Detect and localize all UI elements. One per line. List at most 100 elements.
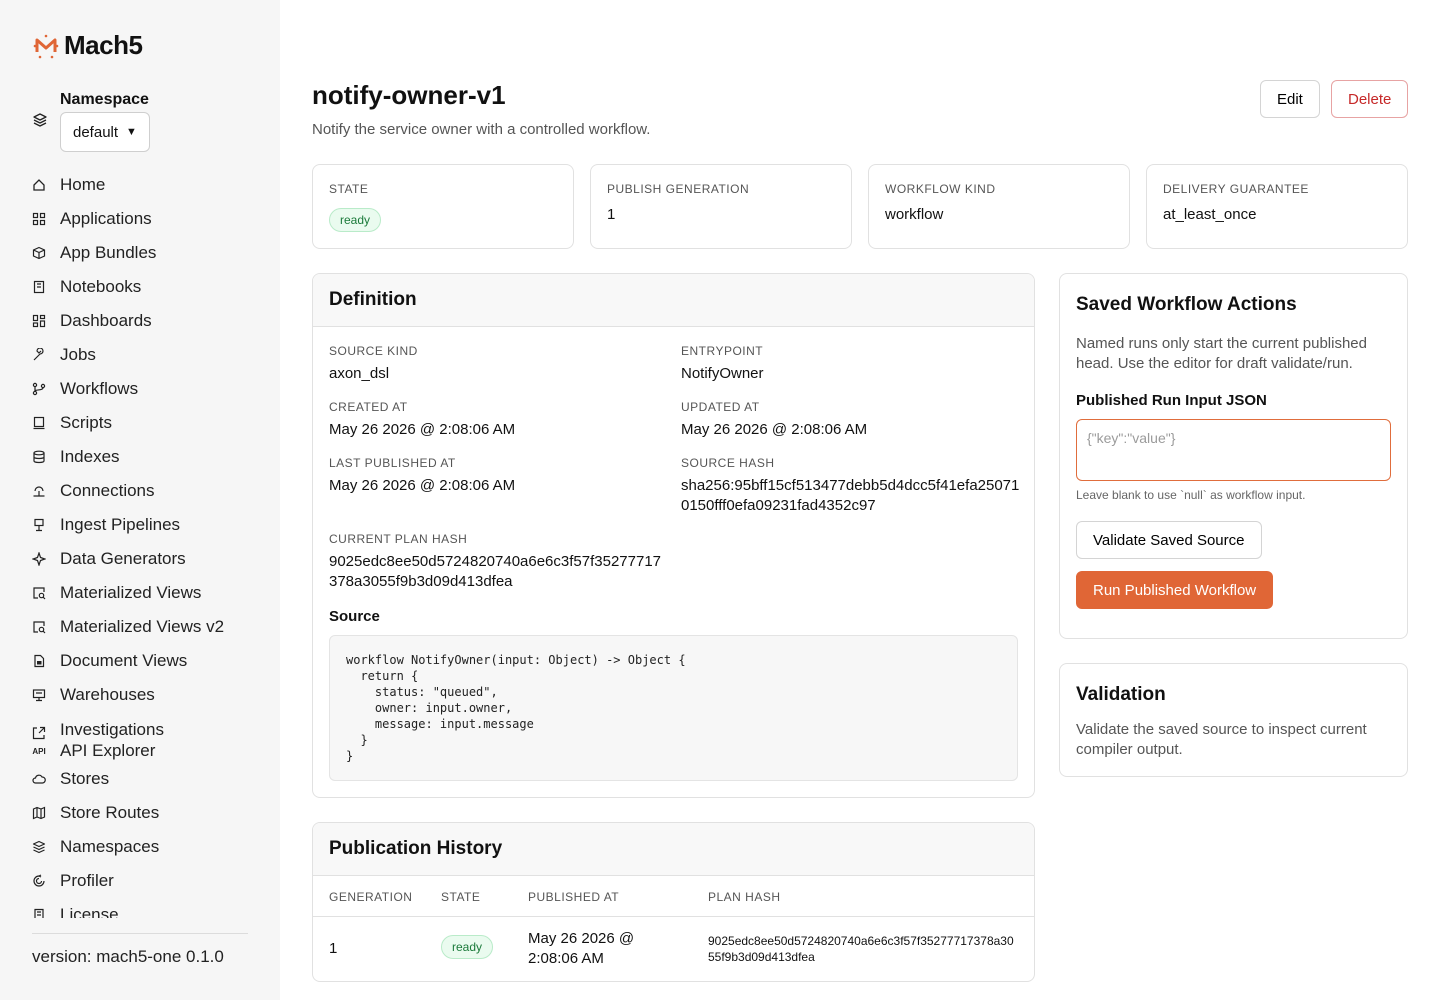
sidebar-item-label: Materialized Views xyxy=(60,583,202,602)
sidebar-item-materialized-views-v2[interactable]: Materialized Views v2 xyxy=(32,610,262,644)
page-subtitle: Notify the service owner with a controll… xyxy=(312,121,651,138)
sidebar-item-label: Scripts xyxy=(60,413,112,432)
namespace-select-value: default xyxy=(73,123,119,141)
sidebar-item-investigations[interactable]: Investigations xyxy=(32,712,262,740)
publication-history-card: Publication History GENERATION STATE PUB… xyxy=(312,822,1035,982)
source-hash: SOURCE HASH sha256:95bff15cf513477debb5d… xyxy=(681,456,1021,516)
sidebar-item-label: Applications xyxy=(60,209,152,228)
layers-icon xyxy=(32,840,46,854)
run-input-json-field[interactable]: {"key":"value"} xyxy=(1076,419,1391,481)
validation-description: Validate the saved source to inspect cur… xyxy=(1076,721,1367,758)
sidebar-item-connections[interactable]: Connections xyxy=(32,474,262,508)
sidebar-item-dashboards[interactable]: Dashboards xyxy=(32,304,262,338)
mach5-logo-icon xyxy=(33,34,59,58)
sidebar-item-license[interactable]: License xyxy=(32,898,262,918)
document-icon xyxy=(32,654,46,668)
row-published-at: May 26 2026 @ 2:08:06 AM xyxy=(528,930,635,967)
stat-label: STATE xyxy=(329,182,369,196)
pipeline-icon xyxy=(32,518,46,532)
sidebar-item-scripts[interactable]: Scripts xyxy=(32,406,262,440)
stat-label: DELIVERY GUARANTEE xyxy=(1163,182,1309,196)
created-at-value: May 26 2026 @ 2:08:06 AM xyxy=(329,421,516,438)
sidebar-item-label: Stores xyxy=(60,769,110,788)
sidebar-item-profiler[interactable]: Profiler xyxy=(32,864,262,898)
sidebar-item-data-generators[interactable]: Data Generators xyxy=(32,542,262,576)
updated-at-value: May 26 2026 @ 2:08:06 AM xyxy=(681,421,868,438)
entrypoint: ENTRYPOINT NotifyOwner xyxy=(681,344,764,384)
row-generation: 1 xyxy=(329,940,338,957)
saved-workflow-actions-card: Saved Workflow Actions Named runs only s… xyxy=(1059,273,1408,639)
last-published-value: May 26 2026 @ 2:08:06 AM xyxy=(329,477,516,494)
source-kind-value: axon_dsl xyxy=(329,365,390,382)
validate-saved-source-button[interactable]: Validate Saved Source xyxy=(1076,521,1262,559)
sidebar-item-indexes[interactable]: Indexes xyxy=(32,440,262,474)
sidebar-item-label: Workflows xyxy=(60,379,139,398)
box-icon xyxy=(32,246,46,260)
cloud-icon xyxy=(32,772,46,786)
updated-at: UPDATED AT May 26 2026 @ 2:08:06 AM xyxy=(681,400,867,440)
sidebar-item-namespaces[interactable]: Namespaces xyxy=(32,830,262,864)
column-header-state: STATE xyxy=(441,890,481,904)
sidebar-item-app-bundles[interactable]: App Bundles xyxy=(32,236,262,270)
entrypoint-value: NotifyOwner xyxy=(681,365,764,382)
sidebar-item-api-explorer[interactable]: API API Explorer xyxy=(32,740,262,762)
sidebar-item-label: App Bundles xyxy=(60,243,157,262)
sidebar-nav: Home Applications App Bundles Notebooks … xyxy=(32,168,262,918)
sidebar-item-store-routes[interactable]: Store Routes xyxy=(32,796,262,830)
source-hash-label: SOURCE HASH xyxy=(681,456,775,470)
definition-card: Definition SOURCE KIND axon_dsl ENTRYPOI… xyxy=(312,273,1035,798)
stat-card-publish-generation: PUBLISH GENERATION 1 xyxy=(590,164,852,249)
table-divider xyxy=(313,916,1034,917)
sidebar-item-label: Indexes xyxy=(60,447,120,466)
script-icon xyxy=(32,416,46,430)
column-header-plan-hash: PLAN HASH xyxy=(708,890,781,904)
sidebar-item-workflows[interactable]: Workflows xyxy=(32,372,262,406)
last-published-label: LAST PUBLISHED AT xyxy=(329,456,456,470)
sidebar-item-applications[interactable]: Applications xyxy=(32,202,262,236)
source-kind: SOURCE KIND axon_dsl xyxy=(329,344,418,384)
current-plan-hash: CURRENT PLAN HASH 9025edc8ee50d572482074… xyxy=(329,532,669,592)
sidebar-item-warehouses[interactable]: Warehouses xyxy=(32,678,262,712)
sidebar-item-label: Dashboards xyxy=(60,311,152,330)
sparkle-icon xyxy=(32,552,46,566)
stat-value: 1 xyxy=(607,206,616,223)
sidebar-item-label: Notebooks xyxy=(60,277,142,296)
run-published-workflow-button[interactable]: Run Published Workflow xyxy=(1076,571,1274,609)
sidebar-item-label: Namespaces xyxy=(60,837,160,856)
sidebar-item-document-views[interactable]: Document Views xyxy=(32,644,262,678)
stat-card-workflow-kind: WORKFLOW KIND workflow xyxy=(868,164,1130,249)
status-badge: ready xyxy=(329,208,382,232)
sidebar-item-home[interactable]: Home xyxy=(32,168,262,202)
namespace-selector: Namespace default ▼ xyxy=(32,90,150,152)
row-plan-hash: 9025edc8ee50d5724820740a6e6c3f57f3527771… xyxy=(708,934,1014,964)
plan-hash-value: 9025edc8ee50d5724820740a6e6c3f57f3527771… xyxy=(329,553,661,590)
sidebar-item-label: Ingest Pipelines xyxy=(60,515,181,534)
sidebar-item-label: License xyxy=(60,905,119,918)
column-header-published-at: PUBLISHED AT xyxy=(528,890,620,904)
sidebar-item-jobs[interactable]: Jobs xyxy=(32,338,262,372)
source-code-block: workflow NotifyOwner(input: Object) -> O… xyxy=(329,635,1018,781)
namespace-select[interactable]: default ▼ xyxy=(60,112,150,152)
run-input-label: Published Run Input JSON xyxy=(1076,392,1267,409)
connection-icon xyxy=(32,484,46,498)
saved-workflow-actions-description: Named runs only start the current publis… xyxy=(1076,335,1367,372)
sidebar-item-ingest-pipelines[interactable]: Ingest Pipelines xyxy=(32,508,262,542)
sidebar-item-materialized-views[interactable]: Materialized Views xyxy=(32,576,262,610)
license-icon xyxy=(32,908,46,918)
chevron-down-icon: ▼ xyxy=(126,126,137,138)
grid-icon xyxy=(32,212,46,226)
dashboard-icon xyxy=(32,314,46,328)
sidebar-item-label: Jobs xyxy=(60,345,96,364)
logo[interactable]: Mach5 xyxy=(32,30,143,61)
sidebar-item-notebooks[interactable]: Notebooks xyxy=(32,270,262,304)
stat-card-delivery-guarantee: DELIVERY GUARANTEE at_least_once xyxy=(1146,164,1408,249)
stat-label: PUBLISH GENERATION xyxy=(607,182,750,196)
edit-button[interactable]: Edit xyxy=(1260,80,1320,118)
updated-at-label: UPDATED AT xyxy=(681,400,760,414)
delete-button[interactable]: Delete xyxy=(1331,80,1409,118)
layers-icon xyxy=(33,113,47,127)
namespace-label: Namespace xyxy=(60,91,149,108)
status-badge: ready xyxy=(441,935,494,959)
sidebar-item-stores[interactable]: Stores xyxy=(32,762,262,796)
validation-title: Validation xyxy=(1076,684,1166,705)
